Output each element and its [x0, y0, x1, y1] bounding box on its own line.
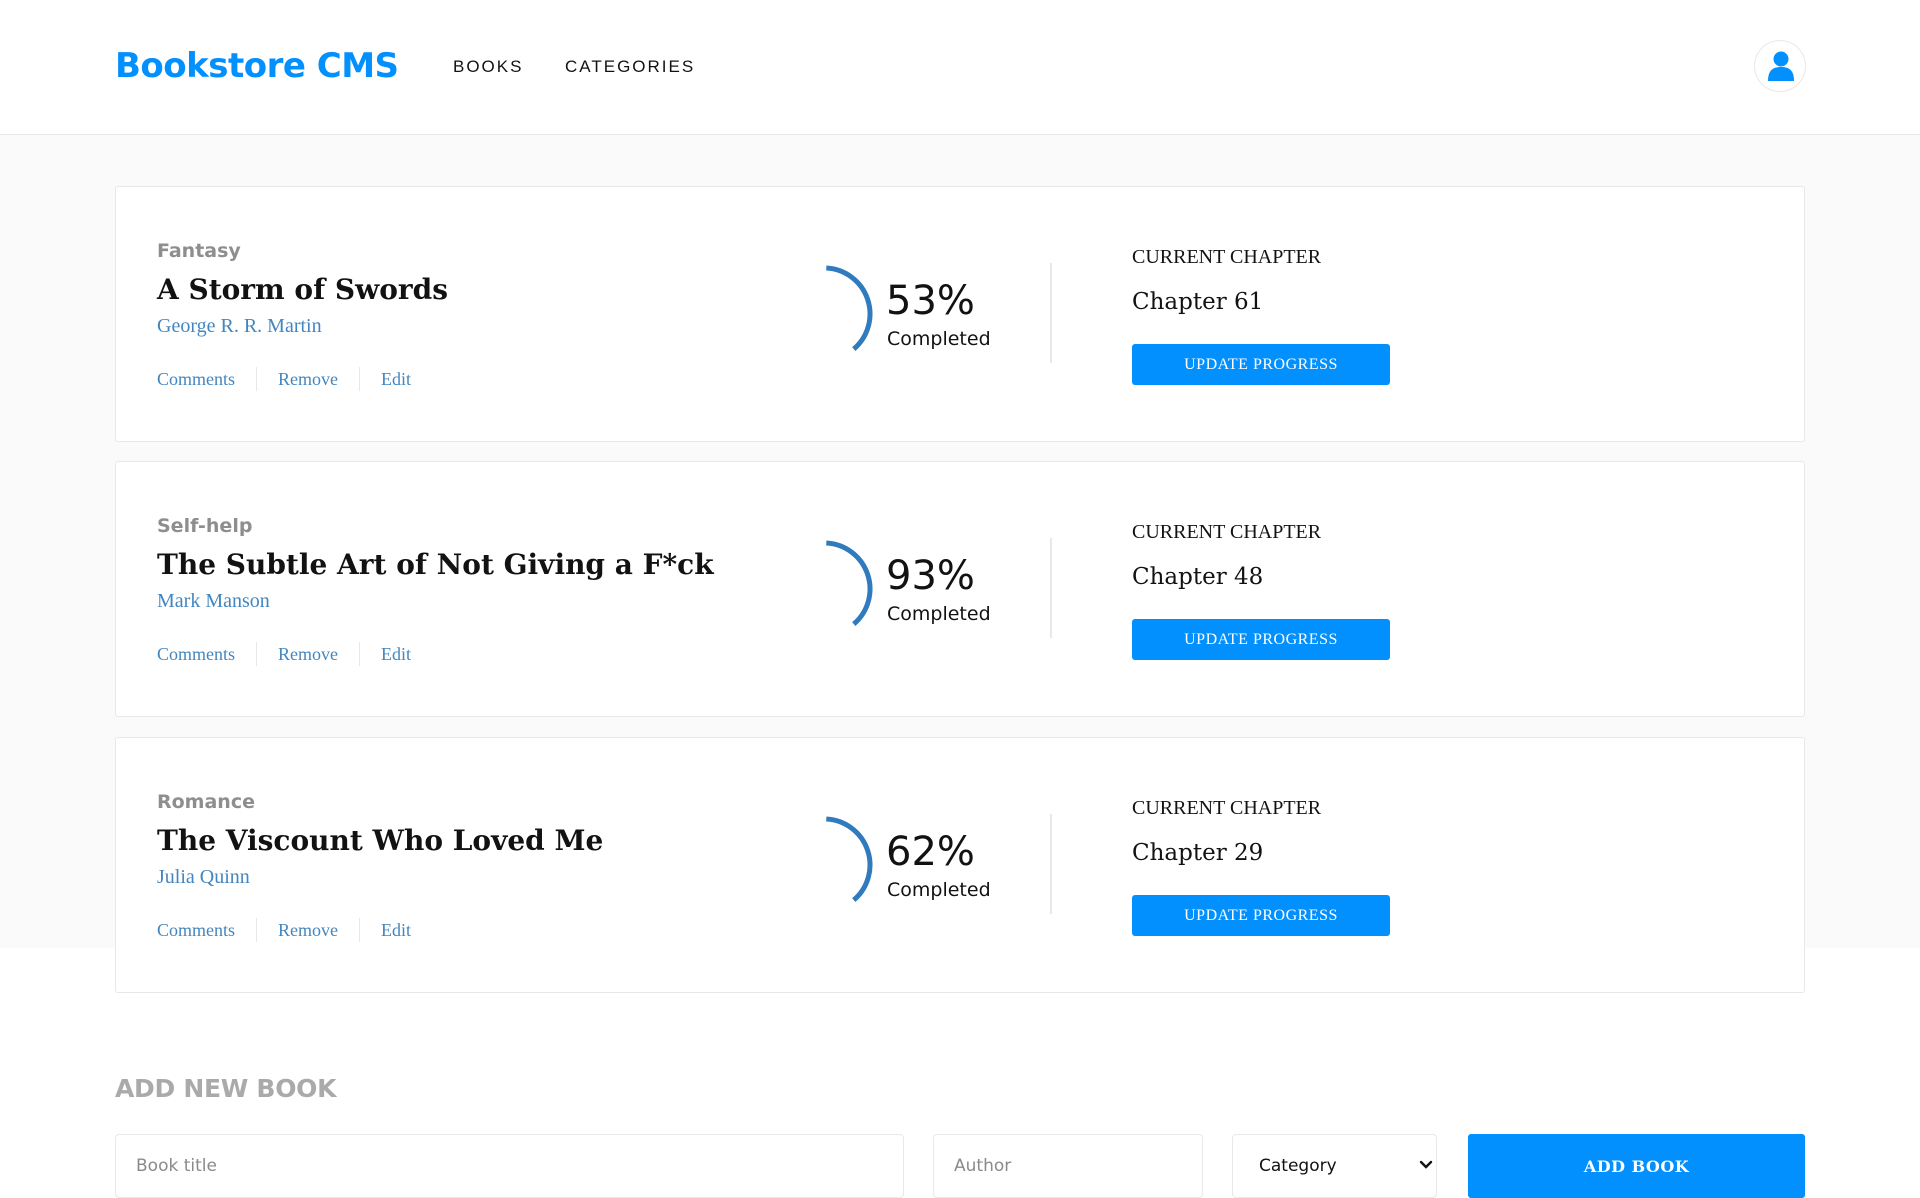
add-book-button[interactable]: ADD BOOK [1468, 1134, 1805, 1198]
update-progress-button[interactable]: UPDATE PROGRESS [1132, 895, 1390, 936]
action-divider [359, 642, 361, 666]
add-book-heading: ADD NEW BOOK [115, 1074, 337, 1103]
book-actions: Comments Remove Edit [157, 367, 411, 391]
progress-ring [826, 540, 873, 626]
book-card: Fantasy A Storm of Swords George R. R. M… [115, 186, 1805, 442]
category-select[interactable]: Category [1232, 1134, 1437, 1198]
progress-ring [826, 265, 873, 351]
nav-books-link[interactable]: BOOKS [453, 57, 523, 77]
book-author[interactable]: George R. R. Martin [157, 315, 322, 338]
edit-button[interactable]: Edit [381, 920, 411, 941]
progress-ring [826, 816, 873, 902]
current-chapter-value: Chapter 48 [1132, 564, 1264, 590]
edit-button[interactable]: Edit [381, 369, 411, 390]
book-category: Fantasy [157, 240, 241, 262]
action-divider [256, 367, 258, 391]
progress-percent: 93% [886, 553, 975, 599]
progress-arc [826, 540, 873, 626]
remove-button[interactable]: Remove [278, 920, 338, 941]
progress-completed-label: Completed [887, 879, 991, 901]
update-progress-button[interactable]: UPDATE PROGRESS [1132, 619, 1390, 660]
progress-divider [1050, 538, 1052, 638]
author-input[interactable] [933, 1134, 1203, 1198]
current-chapter-value: Chapter 61 [1132, 289, 1264, 315]
comments-button[interactable]: Comments [157, 920, 235, 941]
book-title: The Subtle Art of Not Giving a F*ck [157, 548, 714, 581]
progress-completed-label: Completed [887, 603, 991, 625]
remove-button[interactable]: Remove [278, 369, 338, 390]
progress-percent: 53% [886, 278, 975, 324]
app-logo[interactable]: Bookstore CMS [115, 46, 399, 86]
book-category: Romance [157, 791, 255, 813]
book-actions: Comments Remove Edit [157, 642, 411, 666]
remove-button[interactable]: Remove [278, 644, 338, 665]
book-card: Self-help The Subtle Art of Not Giving a… [115, 461, 1805, 717]
action-divider [359, 918, 361, 942]
book-category: Self-help [157, 515, 253, 537]
top-navbar: Bookstore CMS BOOKS CATEGORIES [0, 0, 1920, 135]
book-title: The Viscount Who Loved Me [157, 824, 604, 857]
book-author[interactable]: Mark Manson [157, 590, 270, 613]
update-progress-button[interactable]: UPDATE PROGRESS [1132, 344, 1390, 385]
progress-divider [1050, 814, 1052, 914]
nav-categories-link[interactable]: CATEGORIES [565, 57, 695, 77]
progress-completed-label: Completed [887, 328, 991, 350]
edit-button[interactable]: Edit [381, 644, 411, 665]
book-title: A Storm of Swords [157, 273, 448, 306]
current-chapter-label: CURRENT CHAPTER [1132, 521, 1322, 543]
book-actions: Comments Remove Edit [157, 918, 411, 942]
progress-arc [826, 265, 873, 351]
comments-button[interactable]: Comments [157, 369, 235, 390]
comments-button[interactable]: Comments [157, 644, 235, 665]
action-divider [256, 918, 258, 942]
book-card: Romance The Viscount Who Loved Me Julia … [115, 737, 1805, 993]
book-author[interactable]: Julia Quinn [157, 866, 250, 889]
current-chapter-label: CURRENT CHAPTER [1132, 797, 1322, 819]
chevron-down-icon [1419, 1160, 1433, 1169]
action-divider [359, 367, 361, 391]
action-divider [256, 642, 258, 666]
progress-percent: 62% [886, 829, 975, 875]
progress-divider [1050, 263, 1052, 363]
current-chapter-value: Chapter 29 [1132, 840, 1264, 866]
book-title-input[interactable] [115, 1134, 904, 1198]
user-icon [1768, 51, 1794, 81]
user-avatar-button[interactable] [1754, 40, 1806, 92]
progress-arc [826, 816, 873, 902]
current-chapter-label: CURRENT CHAPTER [1132, 246, 1322, 268]
